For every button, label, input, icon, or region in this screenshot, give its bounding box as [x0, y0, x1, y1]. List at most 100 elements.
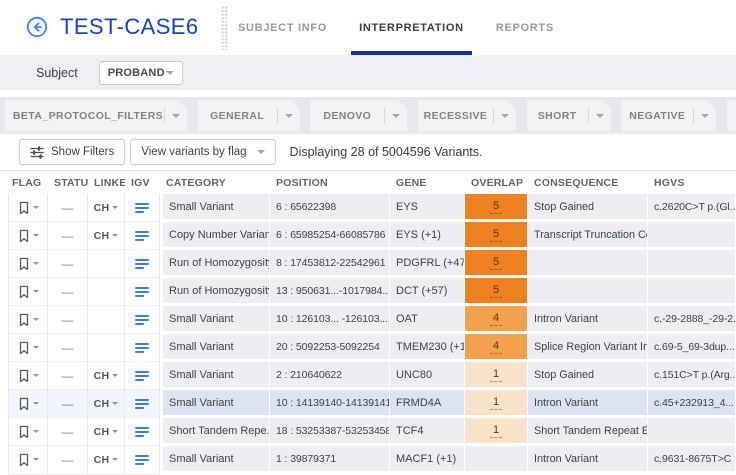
table-row[interactable]: —CHCopy Number Variant6 : 65985254-66085… — [0, 222, 736, 250]
cell-consequence: Intron Variant — [528, 390, 648, 418]
show-filters-label: Show Filters — [51, 146, 114, 158]
view-mode-dropdown[interactable]: View variants by flag — [130, 139, 275, 165]
filter-tab-denovo[interactable]: DENOVO — [310, 100, 407, 131]
row-gutter — [0, 306, 8, 334]
overlap-count[interactable]: 5 — [490, 228, 502, 242]
chevron-down-icon — [701, 114, 709, 118]
filter-tab-menu-button[interactable] — [384, 107, 407, 124]
chevron-down-icon — [33, 402, 39, 405]
cell-overlap[interactable]: 1 — [465, 362, 528, 390]
overlap-count[interactable]: 1 — [490, 424, 502, 438]
overlap-count[interactable]: 1 — [490, 396, 502, 410]
overlap-count[interactable]: 1 — [490, 368, 502, 382]
filter-tab-beta_protocol_filters[interactable]: BETA_PROTOCOL_FILTERS — [5, 100, 187, 131]
status-value: — — [48, 250, 88, 278]
tab-interpretation[interactable]: INTERPRETATION — [359, 0, 464, 55]
flag-button[interactable] — [8, 418, 48, 446]
cell-hgvs: c.-29-2888_-29-2... — [648, 306, 736, 334]
spacer — [0, 90, 736, 97]
cell-overlap[interactable]: 1 — [465, 418, 528, 446]
cell-category: Small Variant — [160, 446, 270, 474]
row-gutter — [0, 418, 8, 446]
filter-tab-general[interactable]: GENERAL — [198, 100, 300, 131]
cell-position: 2 : 210640622 — [270, 362, 390, 390]
igv-button[interactable] — [125, 362, 160, 390]
filter-tab-short[interactable]: SHORT — [527, 100, 611, 131]
subject-select[interactable]: PROBAND — [99, 61, 183, 85]
linked-dropdown[interactable]: CH — [88, 194, 125, 222]
chevron-down-icon — [112, 206, 118, 209]
table-row[interactable]: —CHSmall Variant10 : 14139140-14139141FR… — [0, 390, 736, 418]
flag-button[interactable] — [8, 446, 48, 474]
tab-subject-info[interactable]: SUBJECT INFO — [238, 0, 327, 55]
igv-button[interactable] — [125, 390, 160, 418]
table-row[interactable]: —CHSmall Variant6 : 65622398EYS5Stop Gai… — [0, 194, 736, 222]
cell-gene: MACF1 (+1) — [390, 446, 465, 474]
overlap-count[interactable]: 5 — [490, 284, 502, 298]
linked-dropdown[interactable]: CH — [88, 446, 125, 474]
filter-tab-menu-button[interactable] — [693, 107, 716, 124]
row-gutter — [0, 250, 8, 278]
cell-overlap[interactable]: 5 — [465, 250, 528, 278]
tab-reports[interactable]: REPORTS — [496, 0, 554, 55]
overlap-count[interactable]: 4 — [490, 340, 502, 354]
chevron-down-icon — [112, 234, 118, 237]
flag-button[interactable] — [8, 334, 48, 362]
table-row[interactable]: —Run of Homozygosity13 : 950631...-10179… — [0, 278, 736, 306]
igv-button[interactable] — [125, 194, 160, 222]
flag-button[interactable] — [8, 250, 48, 278]
overlap-count[interactable]: 5 — [490, 200, 502, 214]
cell-overlap[interactable]: 5 — [465, 278, 528, 306]
filter-tab-menu-button[interactable] — [277, 107, 300, 124]
igv-button[interactable] — [125, 278, 160, 306]
linked-dropdown[interactable]: CH — [88, 390, 125, 418]
cell-overlap[interactable]: 4 — [465, 306, 528, 334]
column-header-position: POSITION — [270, 177, 390, 189]
status-value: — — [48, 194, 88, 222]
linked-dropdown[interactable]: CH — [88, 362, 125, 390]
cell-position: 6 : 65622398 — [270, 194, 390, 222]
status-value: — — [48, 390, 88, 418]
igv-button[interactable] — [125, 250, 160, 278]
cell-hgvs: c.151C>T p.(Arg... — [648, 362, 736, 390]
cell-overlap[interactable]: 4 — [465, 334, 528, 362]
cell-consequence: Intron Variant — [528, 306, 648, 334]
chevron-down-icon — [285, 114, 293, 118]
flag-button[interactable] — [8, 390, 48, 418]
filter-tab-menu-button[interactable] — [493, 107, 516, 124]
filter-tab-menu-button[interactable] — [588, 107, 611, 124]
cell-overlap[interactable]: 5 — [465, 194, 528, 222]
cell-overlap[interactable]: 5 — [465, 222, 528, 250]
igv-button[interactable] — [125, 446, 160, 474]
filter-tab-negative[interactable]: NEGATIVE — [621, 100, 716, 131]
table-row[interactable]: —Small Variant20 : 5092253-5092254TMEM23… — [0, 334, 736, 362]
panel-drag-handle[interactable] — [221, 6, 228, 50]
igv-button[interactable] — [125, 306, 160, 334]
table-row[interactable]: —CHSmall Variant1 : 39879371MACF1 (+1)In… — [0, 446, 736, 474]
table-row[interactable]: —CHSmall Variant2 : 210640622UNC801Stop … — [0, 362, 736, 390]
linked-dropdown[interactable]: CH — [88, 418, 125, 446]
flag-button[interactable] — [8, 194, 48, 222]
igv-tracks-icon — [135, 455, 149, 465]
linked-dropdown[interactable]: CH — [88, 222, 125, 250]
flag-button[interactable] — [8, 278, 48, 306]
igv-button[interactable] — [125, 334, 160, 362]
table-row[interactable]: —CHShort Tandem Repe...18 : 53253387-532… — [0, 418, 736, 446]
igv-button[interactable] — [125, 222, 160, 250]
overlap-count[interactable]: 5 — [490, 256, 502, 270]
overlap-count[interactable]: 4 — [490, 312, 502, 326]
table-row[interactable]: —Small Variant10 : 126103... -126103...O… — [0, 306, 736, 334]
filter-tab-recessive[interactable]: RECESSIVE — [418, 100, 516, 131]
flag-button[interactable] — [8, 362, 48, 390]
flag-button[interactable] — [8, 306, 48, 334]
back-button[interactable] — [26, 16, 48, 38]
chevron-down-icon — [112, 402, 118, 405]
cell-overlap[interactable]: 1 — [465, 390, 528, 418]
igv-button[interactable] — [125, 418, 160, 446]
row-gutter — [0, 362, 8, 390]
flag-button[interactable] — [8, 222, 48, 250]
cell-gene: FRMD4A — [390, 390, 465, 418]
show-filters-button[interactable]: Show Filters — [19, 139, 125, 165]
table-row[interactable]: —Run of Homozygosity8 : 17453812-2254296… — [0, 250, 736, 278]
filter-tab-menu-button[interactable] — [164, 107, 187, 124]
